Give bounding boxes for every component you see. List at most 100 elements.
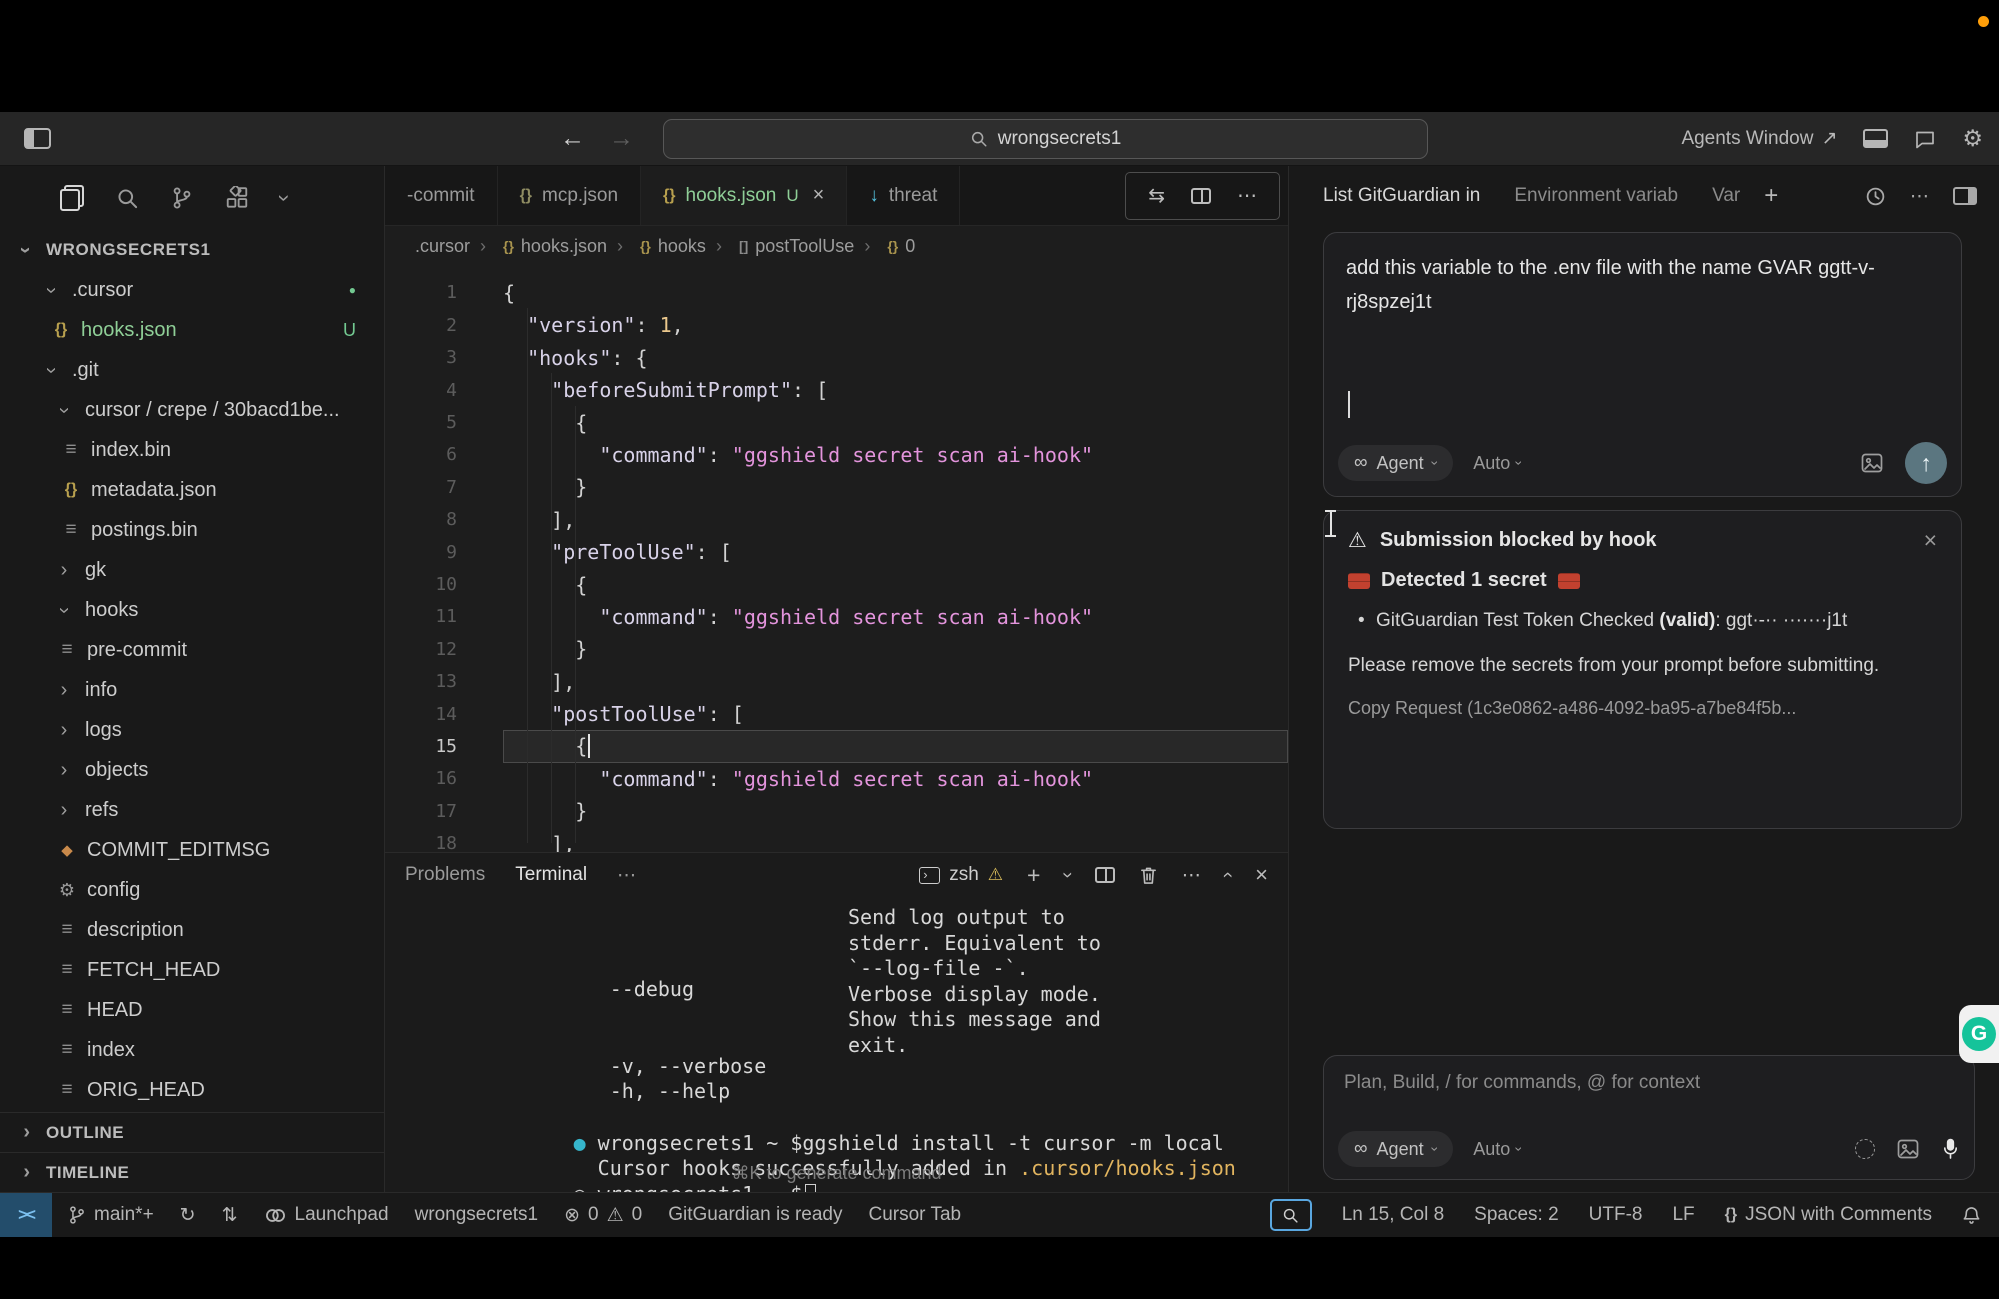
timeline-section[interactable]: TIMELINE [0, 1152, 384, 1192]
encoding-status[interactable]: UTF-8 [1589, 1204, 1643, 1226]
git-branch-status[interactable]: main*+ [68, 1204, 154, 1226]
outline-section[interactable]: OUTLINE [0, 1112, 384, 1152]
tree-item[interactable]: objects [0, 750, 384, 790]
terminal-output[interactable]: --debugSend log output to stderr. Equiva… [385, 897, 1288, 1135]
history-icon[interactable] [1865, 186, 1886, 207]
more-tabs-icon[interactable]: ⋯ [617, 864, 636, 887]
maximize-panel-icon[interactable] [1217, 872, 1239, 878]
breadcrumb-item[interactable]: {} hooks [607, 236, 706, 257]
tab-terminal[interactable]: Terminal [515, 864, 587, 886]
cursor-tab-status[interactable]: Cursor Tab [869, 1204, 962, 1226]
editor-tab[interactable]: {} hooks.json U × [641, 166, 847, 225]
close-tab-icon[interactable]: × [813, 184, 825, 207]
project-name-status[interactable]: wrongsecrets1 [415, 1204, 539, 1226]
model-selector[interactable]: Auto [1473, 1139, 1522, 1160]
send-button[interactable]: ↑ [1905, 442, 1947, 484]
tree-root[interactable]: WRONGSECRETS1 [0, 230, 384, 270]
split-terminal-icon[interactable] [1095, 867, 1115, 883]
tree-item[interactable]: refs [0, 790, 384, 830]
toggle-secondary-sidebar-icon[interactable] [1953, 187, 1977, 205]
chat-composer[interactable]: Plan, Build, / for commands, @ for conte… [1323, 1055, 1975, 1180]
language-mode-status[interactable]: {} JSON with Comments [1725, 1204, 1932, 1226]
tree-item[interactable]: ≡ ORIG_HEAD [0, 1070, 384, 1110]
breadcrumb-item[interactable]: [] postToolUse [706, 236, 854, 257]
tree-item[interactable]: {} hooks.json U [0, 310, 384, 350]
new-terminal-icon[interactable]: + [1027, 862, 1040, 889]
extensions-icon[interactable] [225, 186, 249, 210]
tree-item[interactable]: ⚙ config [0, 870, 384, 910]
explorer-icon[interactable] [60, 185, 84, 211]
tree-item[interactable]: .cursor ● [0, 270, 384, 310]
editor-tab[interactable]: -commit [385, 166, 498, 225]
terminal-dropdown-icon[interactable] [1057, 872, 1079, 878]
chat-bubble-icon[interactable] [1914, 128, 1936, 150]
sync-changes-icon[interactable]: ↻ [180, 1204, 196, 1227]
agent-mode-selector[interactable]: ∞ Agent [1338, 445, 1453, 481]
context-indicator-icon[interactable] [1855, 1139, 1875, 1159]
copy-request-link[interactable]: Copy Request (1c3e0862-a486-4092-ba95-a7… [1348, 698, 1937, 719]
breadcrumb-item[interactable]: {} hooks.json [470, 236, 607, 257]
breadcrumb-item[interactable]: {} 0 [854, 236, 915, 257]
tree-item[interactable]: .git [0, 350, 384, 390]
zoom-indicator[interactable] [1270, 1199, 1312, 1231]
compare-changes-icon[interactable]: ⇅ [222, 1204, 238, 1227]
model-selector[interactable]: Auto [1473, 453, 1522, 474]
chat-input-text[interactable]: add this variable to the .env file with … [1324, 233, 1961, 337]
tree-item[interactable]: ≡ description [0, 910, 384, 950]
search-icon[interactable] [116, 187, 139, 210]
tree-item[interactable]: ◆ COMMIT_EDITMSG [0, 830, 384, 870]
close-alert-icon[interactable]: × [1924, 527, 1937, 554]
tree-item[interactable]: ≡ postings.bin [0, 510, 384, 550]
chat-tab[interactable]: List GitGuardian in [1323, 185, 1480, 207]
tab-problems[interactable]: Problems [405, 864, 485, 886]
terminal-instance[interactable]: zsh ⚠ [919, 864, 1003, 886]
chat-more-icon[interactable]: ⋯ [1910, 185, 1929, 208]
microphone-icon[interactable] [1941, 1137, 1960, 1161]
gitguardian-status[interactable]: GitGuardian is ready [668, 1204, 842, 1226]
toggle-panel-icon[interactable] [1863, 129, 1888, 148]
breadcrumb-item[interactable]: .cursor [415, 236, 470, 257]
eol-status[interactable]: LF [1672, 1204, 1694, 1226]
chat-tab[interactable]: Environment variab [1514, 185, 1678, 207]
tree-item[interactable]: {} metadata.json [0, 470, 384, 510]
tree-item[interactable]: hooks [0, 590, 384, 630]
tree-item[interactable]: ≡ index [0, 1030, 384, 1070]
tree-item[interactable]: info [0, 670, 384, 710]
settings-gear-icon[interactable]: ⚙ [1962, 125, 1983, 152]
tree-item[interactable]: ≡ FETCH_HEAD [0, 950, 384, 990]
tree-item[interactable]: gk [0, 550, 384, 590]
cursor-position-status[interactable]: Ln 15, Col 8 [1342, 1204, 1444, 1226]
chat-input-card[interactable]: add this variable to the .env file with … [1323, 232, 1962, 497]
forward-button[interactable]: → [609, 124, 634, 153]
close-panel-icon[interactable]: × [1255, 862, 1268, 888]
open-changes-icon[interactable]: ⇆ [1148, 183, 1165, 208]
split-editor-icon[interactable] [1191, 188, 1211, 204]
attach-image-icon[interactable] [1897, 1139, 1919, 1159]
panel-more-icon[interactable]: ⋯ [1182, 864, 1201, 887]
new-chat-button[interactable]: + [1764, 182, 1778, 210]
problems-status[interactable]: ⊗ 0 ⚠ 0 [564, 1204, 642, 1227]
remote-indicator[interactable]: >< [0, 1193, 52, 1237]
composer-placeholder[interactable]: Plan, Build, / for commands, @ for conte… [1324, 1056, 1974, 1110]
editor-tab[interactable]: ↓ threat [847, 166, 960, 225]
tree-item[interactable]: ≡ index.bin [0, 430, 384, 470]
chevron-down-icon[interactable] [272, 194, 298, 201]
code-editor[interactable]: 1 { 2 "version": 1, 3 [385, 266, 1288, 852]
attach-image-icon[interactable] [1861, 453, 1883, 473]
more-actions-icon[interactable]: ⋯ [1237, 183, 1257, 208]
kill-terminal-icon[interactable] [1139, 865, 1158, 886]
agent-mode-selector[interactable]: ∞ Agent [1338, 1131, 1453, 1167]
grammarly-badge[interactable]: G [1959, 1005, 1999, 1063]
tree-item[interactable]: logs [0, 710, 384, 750]
agents-window-link[interactable]: Agents Window ↗ [1681, 127, 1837, 150]
tree-item[interactable]: cursor / crepe / 30bacd1be... [0, 390, 384, 430]
indentation-status[interactable]: Spaces: 2 [1474, 1204, 1559, 1226]
launchpad-status[interactable]: Launchpad [264, 1204, 389, 1226]
source-control-icon[interactable] [171, 186, 193, 210]
command-center-search[interactable]: wrongsecrets1 [663, 119, 1428, 159]
tree-item[interactable]: ≡ HEAD [0, 990, 384, 1030]
notifications-bell-icon[interactable] [1962, 1205, 1981, 1226]
tree-item[interactable]: ≡ pre-commit [0, 630, 384, 670]
toggle-sidebar-icon[interactable] [24, 128, 51, 149]
back-button[interactable]: ← [560, 124, 585, 153]
